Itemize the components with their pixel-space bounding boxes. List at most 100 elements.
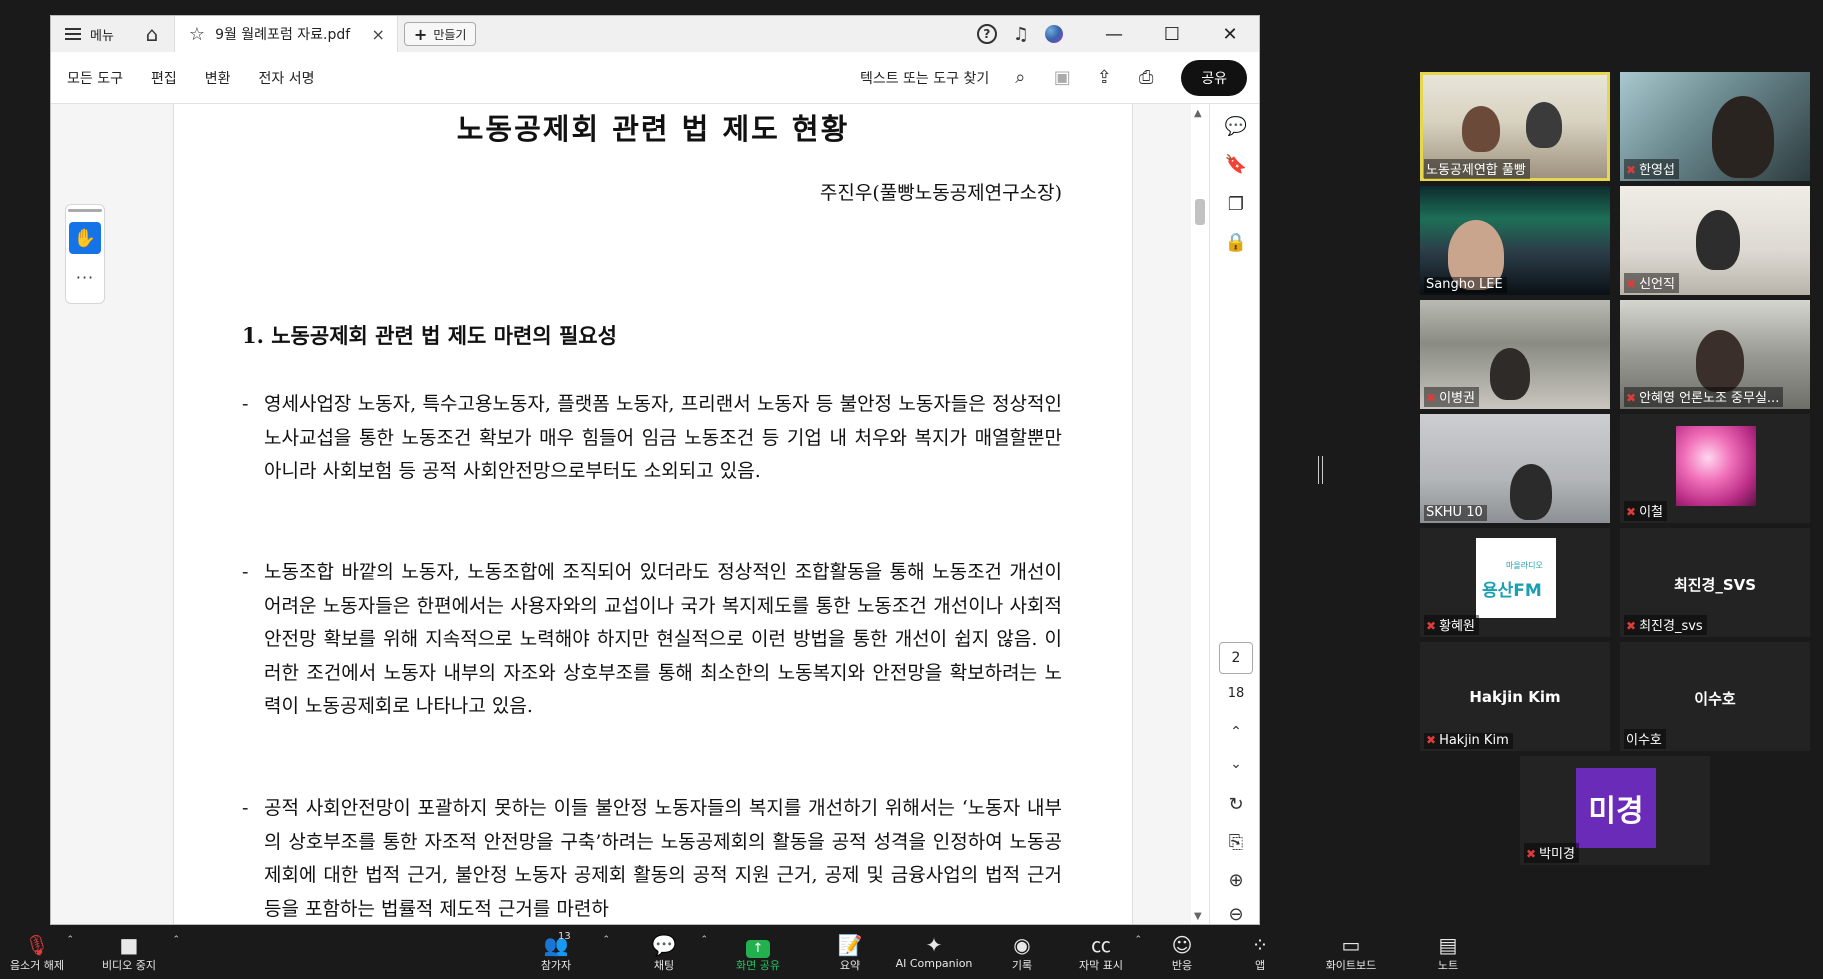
notes-button[interactable]: ▤ 노트	[1428, 933, 1468, 973]
page-fit-icon[interactable]: ⎘	[1210, 832, 1259, 853]
convert-menu[interactable]: 변환	[205, 68, 231, 88]
home-button[interactable]: ⌂	[130, 16, 174, 52]
chat-icon: 💬	[651, 933, 677, 957]
esign-menu[interactable]: 전자 서명	[259, 68, 315, 88]
participant-tile[interactable]: Hakjin Kim ✖ Hakjin Kim	[1420, 642, 1610, 751]
summary-icon: 📝	[837, 933, 863, 957]
caret-up-icon[interactable]: ⌃	[66, 935, 74, 945]
participant-name: 이수호	[1624, 729, 1666, 749]
menu-button[interactable]: 메뉴	[51, 16, 130, 52]
page-up-icon[interactable]: ⌃	[1210, 724, 1259, 740]
participant-tile[interactable]: SKHU 10	[1420, 414, 1610, 523]
participant-name: Sangho LEE	[1424, 277, 1507, 293]
paragraph: - 영세사업장 노동자, 특수고용노동자, 플랫폼 노동자, 프리랜서 노동자 …	[242, 388, 1062, 489]
star-icon[interactable]: ☆	[189, 24, 205, 45]
page-down-icon[interactable]: ⌄	[1210, 756, 1259, 772]
participant-tile[interactable]: 마을라디오 용산FM ✖ 황혜원	[1420, 528, 1610, 637]
participants-button[interactable]: 👥 13 참가자 ⌃	[526, 931, 610, 973]
rail-grip[interactable]	[68, 209, 102, 212]
participant-name: ✖ 박미경	[1524, 843, 1579, 863]
participant-center-name: 최진경_SVS	[1673, 576, 1757, 594]
lock-icon[interactable]: 🔒	[1210, 232, 1259, 253]
participants-count: 13	[558, 931, 571, 942]
ai-companion-button[interactable]: ✦ AI Companion	[890, 933, 978, 970]
main-toolbar: 모든 도구 편집 변환 전자 서명 텍스트 또는 도구 찾기 ⌕ ▣ ⇪ ⎙ 공…	[51, 52, 1259, 104]
bullet-dash: -	[242, 797, 249, 819]
participant-tile[interactable]: 노동공제연합 풀빵	[1420, 72, 1610, 181]
toolbar-right: 텍스트 또는 도구 찾기 ⌕ ▣ ⇪ ⎙ 공유	[860, 58, 1259, 98]
caret-up-icon[interactable]: ⌃	[172, 935, 180, 945]
participant-tile[interactable]: 최진경_SVS ✖ 최진경_svs	[1620, 528, 1810, 637]
help-icon[interactable]: ?	[976, 24, 997, 44]
caret-up-icon[interactable]: ⌃	[1134, 935, 1142, 945]
paragraph-text: 공적 사회안전망이 포괄하지 못하는 이들 불안정 노동자들의 복지를 개선하기…	[264, 797, 1062, 920]
paragraph: - 노동조합 바깥의 노동자, 노동조합에 조직되어 있더라도 정상적인 조합활…	[242, 556, 1062, 724]
search-icon[interactable]: ⌕	[999, 58, 1041, 98]
participant-tile[interactable]: ✖ 신언직	[1620, 186, 1810, 295]
pages-icon[interactable]: ❐	[1210, 194, 1259, 215]
hand-tool-icon[interactable]: ✋	[69, 222, 101, 254]
refresh-icon[interactable]: ↻	[1210, 794, 1259, 815]
participant-tile[interactable]: 미경 ✖ 박미경	[1520, 756, 1710, 865]
reactions-button[interactable]: ☺ 반응	[1162, 933, 1202, 973]
panel-splitter[interactable]	[1318, 456, 1323, 484]
scroll-up-icon[interactable]: ▲	[1194, 108, 1202, 119]
all-tools-menu[interactable]: 모든 도구	[67, 68, 123, 88]
maximize-button[interactable]: ☐	[1143, 16, 1201, 52]
find-text-field[interactable]: 텍스트 또는 도구 찾기	[860, 68, 989, 88]
close-button[interactable]: ✕	[1201, 16, 1259, 52]
zoom-in-icon[interactable]: ⊕	[1210, 870, 1259, 891]
participant-tile[interactable]: ✖ 이병권	[1420, 300, 1610, 409]
apps-button[interactable]: ⁘ 앱	[1240, 933, 1280, 973]
caret-up-icon[interactable]: ⌃	[700, 935, 708, 945]
participant-name: ✖ 최진경_svs	[1624, 615, 1707, 635]
participant-tile[interactable]: Sangho LEE	[1420, 186, 1610, 295]
unmute-button[interactable]: 🎙 음소거 해제 ⌃	[2, 933, 74, 973]
bullet-dash: -	[242, 393, 249, 415]
zoom-out-icon[interactable]: ⊖	[1210, 904, 1259, 924]
participant-video	[1696, 330, 1744, 392]
bookmark-icon[interactable]: 🔖	[1210, 154, 1259, 175]
pdf-page: 노동공제회 관련 법 제도 현황 주진우(풀빵노동공제연구소장) 1. 노동공제…	[173, 104, 1133, 924]
edit-menu[interactable]: 편집	[151, 68, 177, 88]
avatar: 미경	[1576, 768, 1656, 848]
paragraph-text: 노동조합 바깥의 노동자, 노동조합에 조직되어 있더라도 정상적인 조합활동을…	[264, 561, 1062, 717]
document-tab[interactable]: ☆ 9월 월례포럼 자료.pdf ×	[173, 16, 398, 52]
quick-tools-rail: ✋ ···	[65, 204, 105, 304]
participant-tile[interactable]: ✖ 이철	[1620, 414, 1810, 523]
participant-tile[interactable]: ✖ 안혜영 언론노조 중무실...	[1620, 300, 1810, 409]
share-button[interactable]: 공유	[1181, 59, 1247, 96]
vertical-scrollbar[interactable]: ▲ ▼	[1191, 104, 1209, 924]
participant-tile[interactable]: ✖ 한영섭	[1620, 72, 1810, 181]
print-icon[interactable]: ⎙	[1125, 58, 1167, 98]
minimize-button[interactable]: —	[1085, 16, 1143, 52]
share-screen-button[interactable]: ↑ 화면 공유	[728, 933, 788, 973]
save-icon[interactable]: ▣	[1041, 58, 1083, 98]
captions-button[interactable]: ㏄ 자막 표시 ⌃	[1072, 933, 1142, 973]
caret-up-icon[interactable]: ⌃	[602, 935, 610, 945]
record-icon: ◉	[1013, 933, 1031, 957]
document-tab-name: 9월 월례포럼 자료.pdf	[215, 27, 351, 43]
participant-video	[1462, 106, 1500, 152]
scroll-down-icon[interactable]: ▼	[1194, 911, 1202, 922]
muted-mic-icon: ✖	[1426, 619, 1437, 633]
paragraph-text: 영세사업장 노동자, 특수고용노동자, 플랫폼 노동자, 프리랜서 노동자 등 …	[264, 393, 1062, 482]
tab-close-icon[interactable]: ×	[372, 25, 385, 44]
document-area[interactable]: ✋ ··· 노동공제회 관련 법 제도 현황 주진우(풀빵노동공제연구소장) 1…	[51, 104, 1209, 924]
upload-cloud-icon[interactable]: ⇪	[1083, 58, 1125, 98]
muted-mic-icon: ✖	[1426, 733, 1437, 747]
more-tools-icon[interactable]: ···	[66, 268, 104, 287]
comment-icon[interactable]: 💬	[1210, 116, 1259, 137]
whiteboard-button[interactable]: ▭ 화이트보드	[1316, 933, 1386, 973]
participant-tile[interactable]: 이수호 이수호	[1620, 642, 1810, 751]
bell-icon[interactable]: ♫	[1013, 24, 1029, 45]
chat-button[interactable]: 💬 채팅 ⌃	[640, 933, 708, 973]
stop-video-button[interactable]: ■ 비디오 중지 ⌃	[92, 933, 180, 973]
current-page-field[interactable]: 2	[1219, 642, 1253, 674]
record-button[interactable]: ◉ 기록	[1000, 933, 1044, 973]
profile-avatar[interactable]	[1045, 25, 1063, 43]
summary-button[interactable]: 📝 요약	[820, 933, 880, 973]
right-tool-rail: 💬 🔖 ❐ 🔒 2 18 ⌃ ⌄ ↻ ⎘ ⊕ ⊖	[1209, 104, 1259, 924]
create-button[interactable]: + 만들기	[403, 22, 477, 46]
scroll-thumb[interactable]	[1195, 199, 1205, 225]
